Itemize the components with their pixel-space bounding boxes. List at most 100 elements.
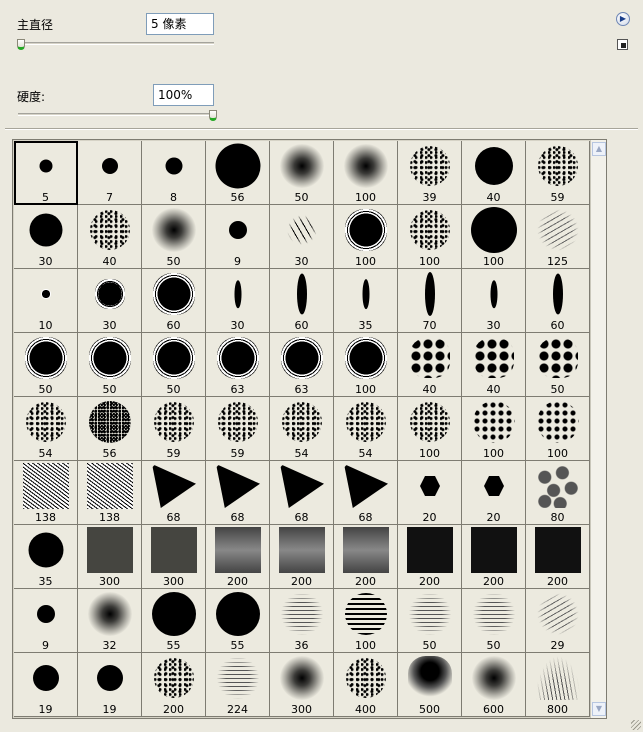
diameter-slider-track[interactable] [18,42,214,45]
brush-tip-21[interactable]: 30 [206,269,270,333]
brush-tip-71[interactable]: 29 [526,589,590,653]
brush-tip-78[interactable]: 500 [398,653,462,717]
brush-tip-47[interactable]: 68 [142,461,206,525]
brush-tip-15[interactable]: 100 [398,205,462,269]
brush-tip-48[interactable]: 68 [206,461,270,525]
brush-tip-76[interactable]: 300 [270,653,334,717]
brush-tip-49[interactable]: 68 [270,461,334,525]
brush-tip-6[interactable]: 39 [398,141,462,205]
brush-size-label: 63 [230,383,245,396]
scroll-up-button[interactable]: ▲ [592,142,606,156]
brush-tip-50[interactable]: 68 [334,461,398,525]
brush-menu-button[interactable]: ▶ [616,12,630,26]
brush-tip-54[interactable]: 35 [14,525,78,589]
brush-tip-60[interactable]: 200 [398,525,462,589]
brush-tip-64[interactable]: 32 [78,589,142,653]
brush-tip-69[interactable]: 50 [398,589,462,653]
brush-tip-14[interactable]: 100 [334,205,398,269]
brush-tip-67[interactable]: 36 [270,589,334,653]
brush-tip-61[interactable]: 200 [462,525,526,589]
brush-tip-24[interactable]: 70 [398,269,462,333]
brush-tip-80[interactable]: 800 [526,653,590,717]
brush-tip-53[interactable]: 80 [526,461,590,525]
brush-tip-32[interactable]: 100 [334,333,398,397]
brush-tip-44[interactable]: 100 [526,397,590,461]
brush-tip-27[interactable]: 50 [14,333,78,397]
brush-tip-72[interactable]: 19 [14,653,78,717]
brush-tip-65[interactable]: 55 [142,589,206,653]
brush-tip-4[interactable]: 50 [270,141,334,205]
hardness-input[interactable]: 100% [153,84,214,106]
brush-tip-75[interactable]: 224 [206,653,270,717]
hardness-slider-thumb[interactable] [209,110,217,121]
diameter-input[interactable]: 5 像素 [146,13,214,35]
brush-tip-55[interactable]: 300 [78,525,142,589]
brush-tip-39[interactable]: 59 [206,397,270,461]
brush-tip-77[interactable]: 400 [334,653,398,717]
brush-tip-59[interactable]: 200 [334,525,398,589]
brush-shape-icon [346,658,386,698]
brush-tip-40[interactable]: 54 [270,397,334,461]
brush-shape-icon [151,527,197,573]
resize-grip-icon[interactable] [631,720,641,730]
brush-tip-68[interactable]: 100 [334,589,398,653]
brush-tip-36[interactable]: 54 [14,397,78,461]
brush-tip-28[interactable]: 50 [78,333,142,397]
brush-size-label: 50 [166,383,181,396]
brush-tip-10[interactable]: 40 [78,205,142,269]
brush-shape-icon [537,593,579,635]
brush-tip-9[interactable]: 30 [14,205,78,269]
brush-tip-29[interactable]: 50 [142,333,206,397]
brush-tip-26[interactable]: 60 [526,269,590,333]
brush-tip-13[interactable]: 30 [270,205,334,269]
brush-shape-icon [346,402,386,442]
brush-tip-16[interactable]: 100 [462,205,526,269]
scroll-down-button[interactable]: ▼ [592,702,606,716]
brush-tip-12[interactable]: 9 [206,205,270,269]
brush-tip-79[interactable]: 600 [462,653,526,717]
brush-tip-45[interactable]: 138 [14,461,78,525]
brush-tip-20[interactable]: 60 [142,269,206,333]
brush-tip-17[interactable]: 125 [526,205,590,269]
new-preset-icon[interactable] [617,39,628,50]
brush-tip-19[interactable]: 30 [78,269,142,333]
brush-tip-11[interactable]: 50 [142,205,206,269]
brush-tip-70[interactable]: 50 [462,589,526,653]
brush-tip-18[interactable]: 10 [14,269,78,333]
brush-tip-25[interactable]: 30 [462,269,526,333]
brush-tip-34[interactable]: 40 [462,333,526,397]
brush-tip-43[interactable]: 100 [462,397,526,461]
brush-tip-63[interactable]: 9 [14,589,78,653]
brush-tip-56[interactable]: 300 [142,525,206,589]
brush-tip-23[interactable]: 35 [334,269,398,333]
brush-tip-66[interactable]: 55 [206,589,270,653]
brush-tip-30[interactable]: 63 [206,333,270,397]
brush-size-label: 50 [102,383,117,396]
diameter-slider-thumb[interactable] [17,39,25,50]
brush-tip-22[interactable]: 60 [270,269,334,333]
brush-tip-37[interactable]: 56 [78,397,142,461]
brush-tip-7[interactable]: 40 [462,141,526,205]
brush-tip-42[interactable]: 100 [398,397,462,461]
brush-tip-62[interactable]: 200 [526,525,590,589]
brush-tip-35[interactable]: 50 [526,333,590,397]
brush-tip-2[interactable]: 8 [142,141,206,205]
brush-tip-74[interactable]: 200 [142,653,206,717]
brush-tip-31[interactable]: 63 [270,333,334,397]
brush-tip-73[interactable]: 19 [78,653,142,717]
hardness-slider-track[interactable] [18,113,214,116]
brush-tip-57[interactable]: 200 [206,525,270,589]
brush-tip-8[interactable]: 59 [526,141,590,205]
brush-tip-52[interactable]: 20 [462,461,526,525]
vertical-scrollbar[interactable]: ▲ ▼ [590,140,606,718]
brush-tip-1[interactable]: 7 [78,141,142,205]
brush-tip-5[interactable]: 100 [334,141,398,205]
brush-tip-46[interactable]: 138 [78,461,142,525]
brush-tip-41[interactable]: 54 [334,397,398,461]
brush-tip-58[interactable]: 200 [270,525,334,589]
brush-tip-51[interactable]: 20 [398,461,462,525]
brush-tip-33[interactable]: 40 [398,333,462,397]
brush-tip-38[interactable]: 59 [142,397,206,461]
brush-tip-3[interactable]: 56 [206,141,270,205]
brush-tip-0[interactable]: 5 [14,141,78,205]
